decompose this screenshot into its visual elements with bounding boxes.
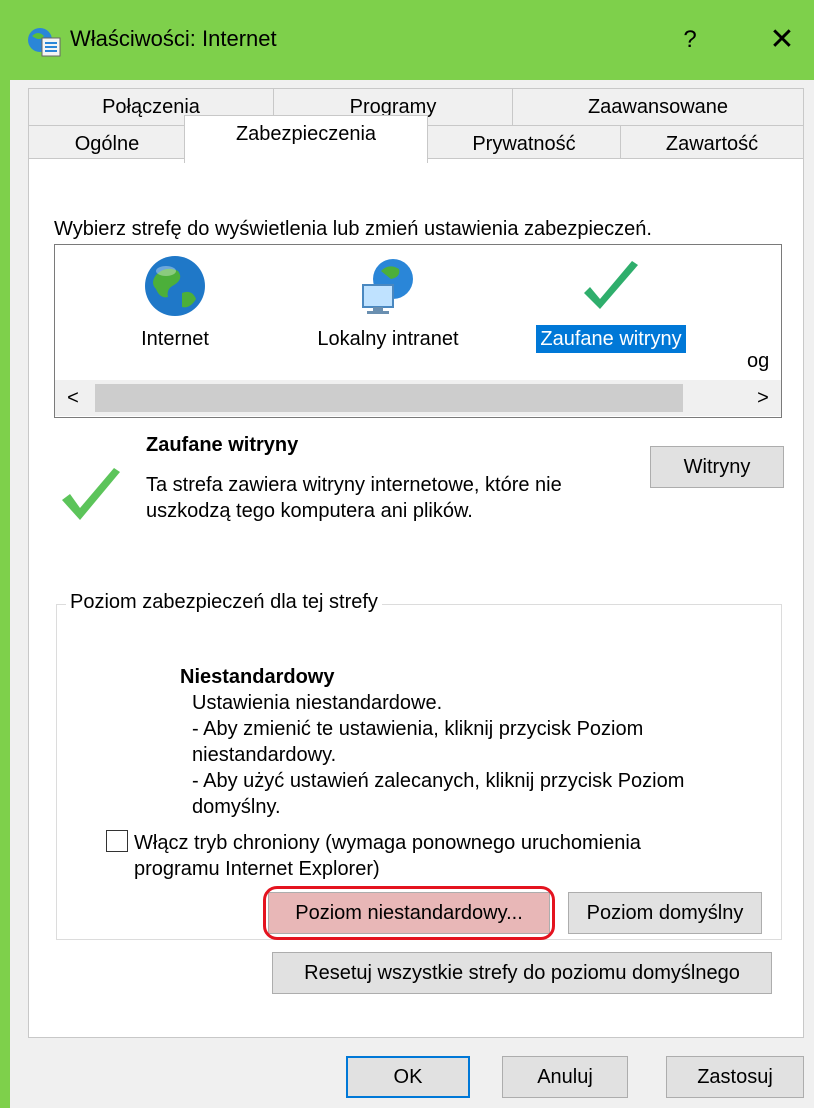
zone-title: Zaufane witryny [146,434,299,456]
checkmark-icon [62,468,120,520]
tab-security[interactable]: Zabezpieczenia [184,115,428,163]
level-description-line: niestandardowy. [192,744,337,766]
default-level-button[interactable]: Poziom domyślny [568,892,762,934]
level-description-line: Ustawienia niestandardowe. [192,692,443,714]
close-button[interactable]: ✕ [760,18,804,62]
zone-restricted-sites[interactable]: og [747,347,781,375]
group-title: Poziom zabezpieczeń dla tej strefy [66,588,382,616]
help-button[interactable]: ? [674,22,706,58]
zone-description-line2: uszkodzą tego komputera ani plików. [146,500,473,522]
scroll-right-arrow[interactable]: > [749,380,777,416]
ok-button[interactable]: OK [346,1056,470,1098]
zone-description-line1: Ta strefa zawiera witryny internetowe, k… [146,474,562,496]
scroll-thumb[interactable] [95,384,683,412]
zone-label: og [747,350,770,372]
protected-mode-checkbox[interactable] [106,830,128,852]
intranet-icon [362,259,413,314]
level-description-line: domyślny. [192,796,281,818]
zone-label: Internet [141,328,209,350]
custom-level-button[interactable]: Poziom niestandardowy... [268,892,550,934]
reset-all-zones-button[interactable]: Resetuj wszystkie strefy do poziomu domy… [272,952,772,994]
zone-internet[interactable]: Internet [115,253,235,353]
apply-button[interactable]: Zastosuj [666,1056,804,1098]
level-name: Niestandardowy [180,666,335,688]
protected-mode-label-line1[interactable]: Włącz tryb chroniony (wymaga ponownego u… [134,830,641,856]
level-description-line: - Aby użyć ustawień zalecanych, kliknij … [192,770,685,792]
sites-button[interactable]: Witryny [650,446,784,488]
tab-advanced[interactable]: Zaawansowane [512,88,804,126]
window-title: Właściwości: Internet [70,26,277,51]
window-frame [0,80,10,1108]
globe-icon [145,256,205,316]
zone-trusted-sites[interactable]: Zaufane witryny [521,253,701,353]
checkmark-icon [584,261,638,309]
zone-local-intranet[interactable]: Lokalny intranet [303,253,473,353]
scroll-left-arrow[interactable]: < [59,380,87,416]
title-bar: Właściwości: Internet ? ✕ [0,0,814,80]
zone-label: Zaufane witryny [536,325,686,353]
level-description-line: - Aby zmienić te ustawienia, kliknij prz… [192,718,644,740]
protected-mode-label-line2[interactable]: programu Internet Explorer) [134,856,380,882]
zone-list[interactable]: Internet Lokalny intranet Zaufane witryn… [54,244,782,418]
internet-options-icon [28,28,61,57]
horizontal-scrollbar[interactable]: < > [55,380,781,416]
cancel-button[interactable]: Anuluj [502,1056,628,1098]
zone-prompt: Wybierz strefę do wyświetlenia lub zmień… [54,218,652,240]
zone-label: Lokalny intranet [317,328,459,350]
